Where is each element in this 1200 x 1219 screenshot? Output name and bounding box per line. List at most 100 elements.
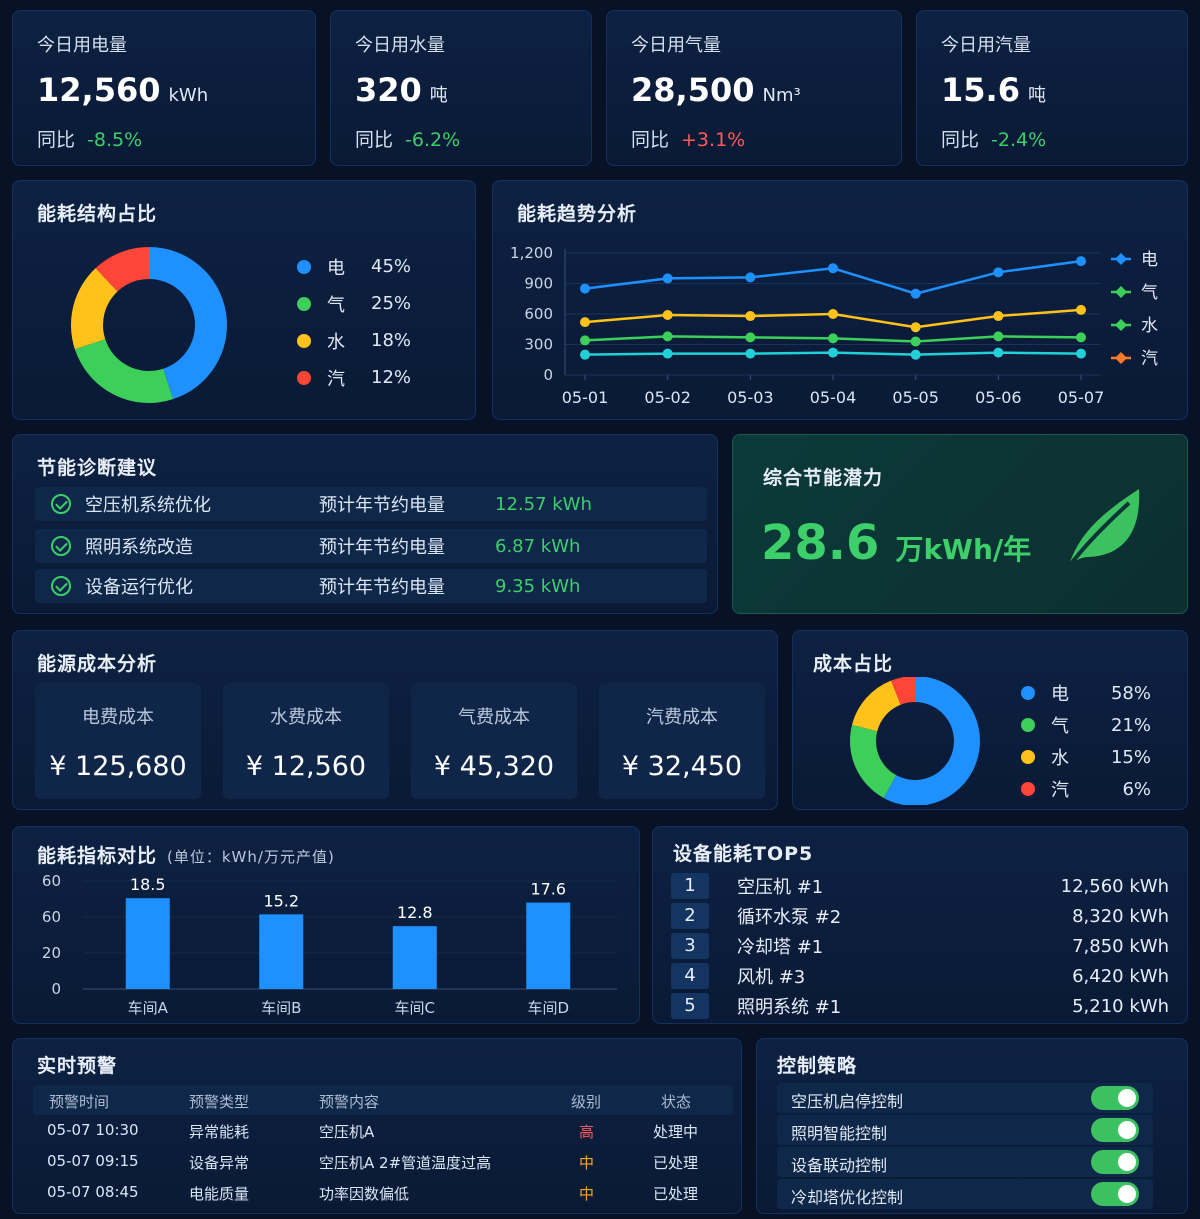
x-tick-label: 05-04 bbox=[810, 388, 857, 407]
panel-title: 成本占比 bbox=[813, 653, 894, 675]
bar bbox=[392, 926, 437, 989]
kpi-value: 28,500 Nm³ bbox=[631, 71, 801, 109]
legend-label: 气 bbox=[1141, 283, 1158, 303]
y-tick-label: 300 bbox=[524, 336, 553, 354]
data-point bbox=[828, 263, 838, 274]
panel-title: 能耗指标对比 (单位：kWh/万元产值) bbox=[37, 845, 335, 867]
rank-badge: 4 bbox=[671, 963, 709, 989]
data-point bbox=[828, 333, 838, 344]
data-point bbox=[745, 272, 756, 283]
kpi-yoy: 同比 -2.4% bbox=[941, 129, 1047, 151]
y-tick-label: 0 bbox=[51, 980, 61, 998]
cost-box-gas: 气费成本 ¥ 45,320 bbox=[411, 683, 577, 799]
legend-item: 电 58% bbox=[1021, 677, 1151, 709]
suggestion-label: 预计年节约电量 bbox=[319, 577, 445, 598]
y-tick-label: 20 bbox=[42, 944, 61, 962]
legend-dot bbox=[1021, 750, 1035, 764]
data-point bbox=[910, 336, 921, 347]
data-point bbox=[662, 348, 673, 359]
data-point bbox=[993, 311, 1004, 322]
suggestion-value: 6.87 kWh bbox=[495, 535, 581, 557]
legend-marker bbox=[1115, 352, 1127, 364]
suggestion-row: 设备运行优化 预计年节约电量 9.35 kWh bbox=[35, 569, 707, 603]
alerts-table-row[interactable]: 05-07 09:15 设备异常 空压机A 2#管道温度过高 中 已处理 bbox=[33, 1152, 733, 1178]
kpi-label: 今日用电量 bbox=[37, 35, 127, 56]
toggle-switch[interactable] bbox=[1091, 1150, 1139, 1174]
control-item: 设备联动控制 bbox=[777, 1147, 1153, 1177]
suggestion-label: 预计年节约电量 bbox=[319, 495, 445, 516]
top5-row: 1 空压机 #1 12,560 kWh bbox=[671, 871, 1169, 901]
y-tick-label: 60 bbox=[42, 908, 61, 926]
x-tick-label: 车间B bbox=[261, 999, 301, 1017]
toggle-switch[interactable] bbox=[1091, 1182, 1139, 1206]
alerts-panel: 实时预警 预警时间 预警类型 预警内容 级别 状态 05-07 10:30 异常… bbox=[12, 1038, 742, 1214]
panel-title: 能耗趋势分析 bbox=[517, 203, 638, 225]
legend-marker bbox=[1115, 286, 1127, 298]
data-point bbox=[662, 310, 673, 321]
legend-item: 汽 6% bbox=[1021, 773, 1151, 805]
bar bbox=[259, 914, 304, 989]
data-point bbox=[910, 349, 921, 360]
data-point bbox=[745, 348, 756, 359]
alerts-table-row[interactable]: 05-07 10:30 异常能耗 空压机A 高 处理中 bbox=[33, 1121, 733, 1147]
donut-slice-2 bbox=[852, 680, 901, 732]
y-tick-label: 1,200 bbox=[510, 244, 553, 262]
suggestion-value: 9.35 kWh bbox=[495, 575, 581, 597]
data-point bbox=[580, 317, 590, 328]
alert-level: 中 bbox=[579, 1185, 595, 1203]
y-tick-label: 0 bbox=[543, 366, 553, 384]
kpi-value: 15.6 吨 bbox=[941, 71, 1046, 109]
cost-share-donut bbox=[850, 677, 980, 805]
data-point bbox=[828, 347, 838, 358]
check-circle-icon bbox=[51, 576, 71, 596]
cost-panel: 能源成本分析 电费成本 ¥ 125,680 水费成本 ¥ 12,560 气费成本 ¥ … bbox=[12, 630, 778, 810]
check-circle-icon bbox=[51, 536, 71, 556]
kpi-card-steam: 今日用汽量 15.6 吨 同比 -2.4% bbox=[916, 10, 1188, 166]
legend-dot bbox=[297, 333, 311, 348]
legend-item: 气 25% bbox=[297, 285, 411, 322]
alert-level: 中 bbox=[579, 1154, 595, 1172]
suggestion-row: 空压机系统优化 预计年节约电量 12.57 kWh bbox=[35, 487, 707, 521]
toggle-switch[interactable] bbox=[1091, 1086, 1139, 1110]
data-point bbox=[1076, 348, 1086, 359]
cost-box-steam: 汽费成本 ¥ 32,450 bbox=[599, 683, 765, 799]
suggestion-row: 照明系统改造 预计年节约电量 6.87 kWh bbox=[35, 529, 707, 563]
data-point bbox=[745, 311, 756, 322]
indicator-bar-chart: 0 20 60 60 18.5 车间A 15.2 车间B 12.8 车间C 17.6 车间D bbox=[42, 872, 617, 1017]
legend-item: 水 15% bbox=[1021, 741, 1151, 773]
kpi-value: 12,560 kWh bbox=[37, 71, 209, 109]
rank-badge: 2 bbox=[671, 903, 709, 929]
kpi-yoy: 同比 +3.1% bbox=[631, 129, 746, 151]
alerts-table-header: 预警时间 预警类型 预警内容 级别 状态 bbox=[33, 1085, 733, 1115]
toggle-switch[interactable] bbox=[1091, 1118, 1139, 1142]
x-tick-label: 05-03 bbox=[727, 388, 774, 407]
control-item: 照明智能控制 bbox=[777, 1115, 1153, 1145]
kpi-value: 320 吨 bbox=[355, 71, 448, 109]
cost-share-legend: 电 58% 气 21% 水 15% 汽 6% bbox=[1021, 677, 1151, 805]
alerts-table-row[interactable]: 05-07 08:45 电能质量 功率因数偏低 中 已处理 bbox=[33, 1183, 733, 1209]
data-point bbox=[1076, 256, 1086, 267]
potential-panel: 综合节能潜力 28.6 万kWh/年 bbox=[732, 434, 1188, 614]
panel-title: 实时预警 bbox=[37, 1055, 118, 1077]
check-circle-icon bbox=[51, 494, 71, 514]
legend-item: 电 45% bbox=[297, 248, 411, 285]
kpi-yoy: 同比 -6.2% bbox=[355, 129, 461, 151]
data-point bbox=[662, 331, 673, 342]
kpi-label: 今日用气量 bbox=[631, 35, 721, 56]
rank-badge: 5 bbox=[671, 993, 709, 1019]
x-tick-label: 05-05 bbox=[892, 388, 939, 407]
cost-share-panel: 成本占比 电 58% 气 21% 水 15% 汽 6% bbox=[792, 630, 1188, 810]
suggestion-label: 预计年节约电量 bbox=[319, 537, 445, 558]
legend-marker bbox=[1115, 253, 1127, 265]
legend-marker bbox=[1115, 319, 1127, 331]
data-point bbox=[580, 283, 590, 294]
panel-title: 综合节能潜力 bbox=[763, 467, 884, 489]
kpi-card-electricity: 今日用电量 12,560 kWh 同比 -8.5% bbox=[12, 10, 316, 166]
data-point bbox=[662, 273, 673, 284]
bar-value-label: 17.6 bbox=[530, 880, 566, 899]
panel-title: 设备能耗TOP5 bbox=[673, 843, 814, 865]
bar bbox=[125, 898, 170, 989]
trend-panel: 能耗趋势分析 0 300 600 900 1,200 05-01 05-02 05-03 05-… bbox=[492, 180, 1188, 420]
data-point bbox=[910, 288, 921, 299]
top5-row: 3 冷却塔 #1 7,850 kWh bbox=[671, 931, 1169, 961]
